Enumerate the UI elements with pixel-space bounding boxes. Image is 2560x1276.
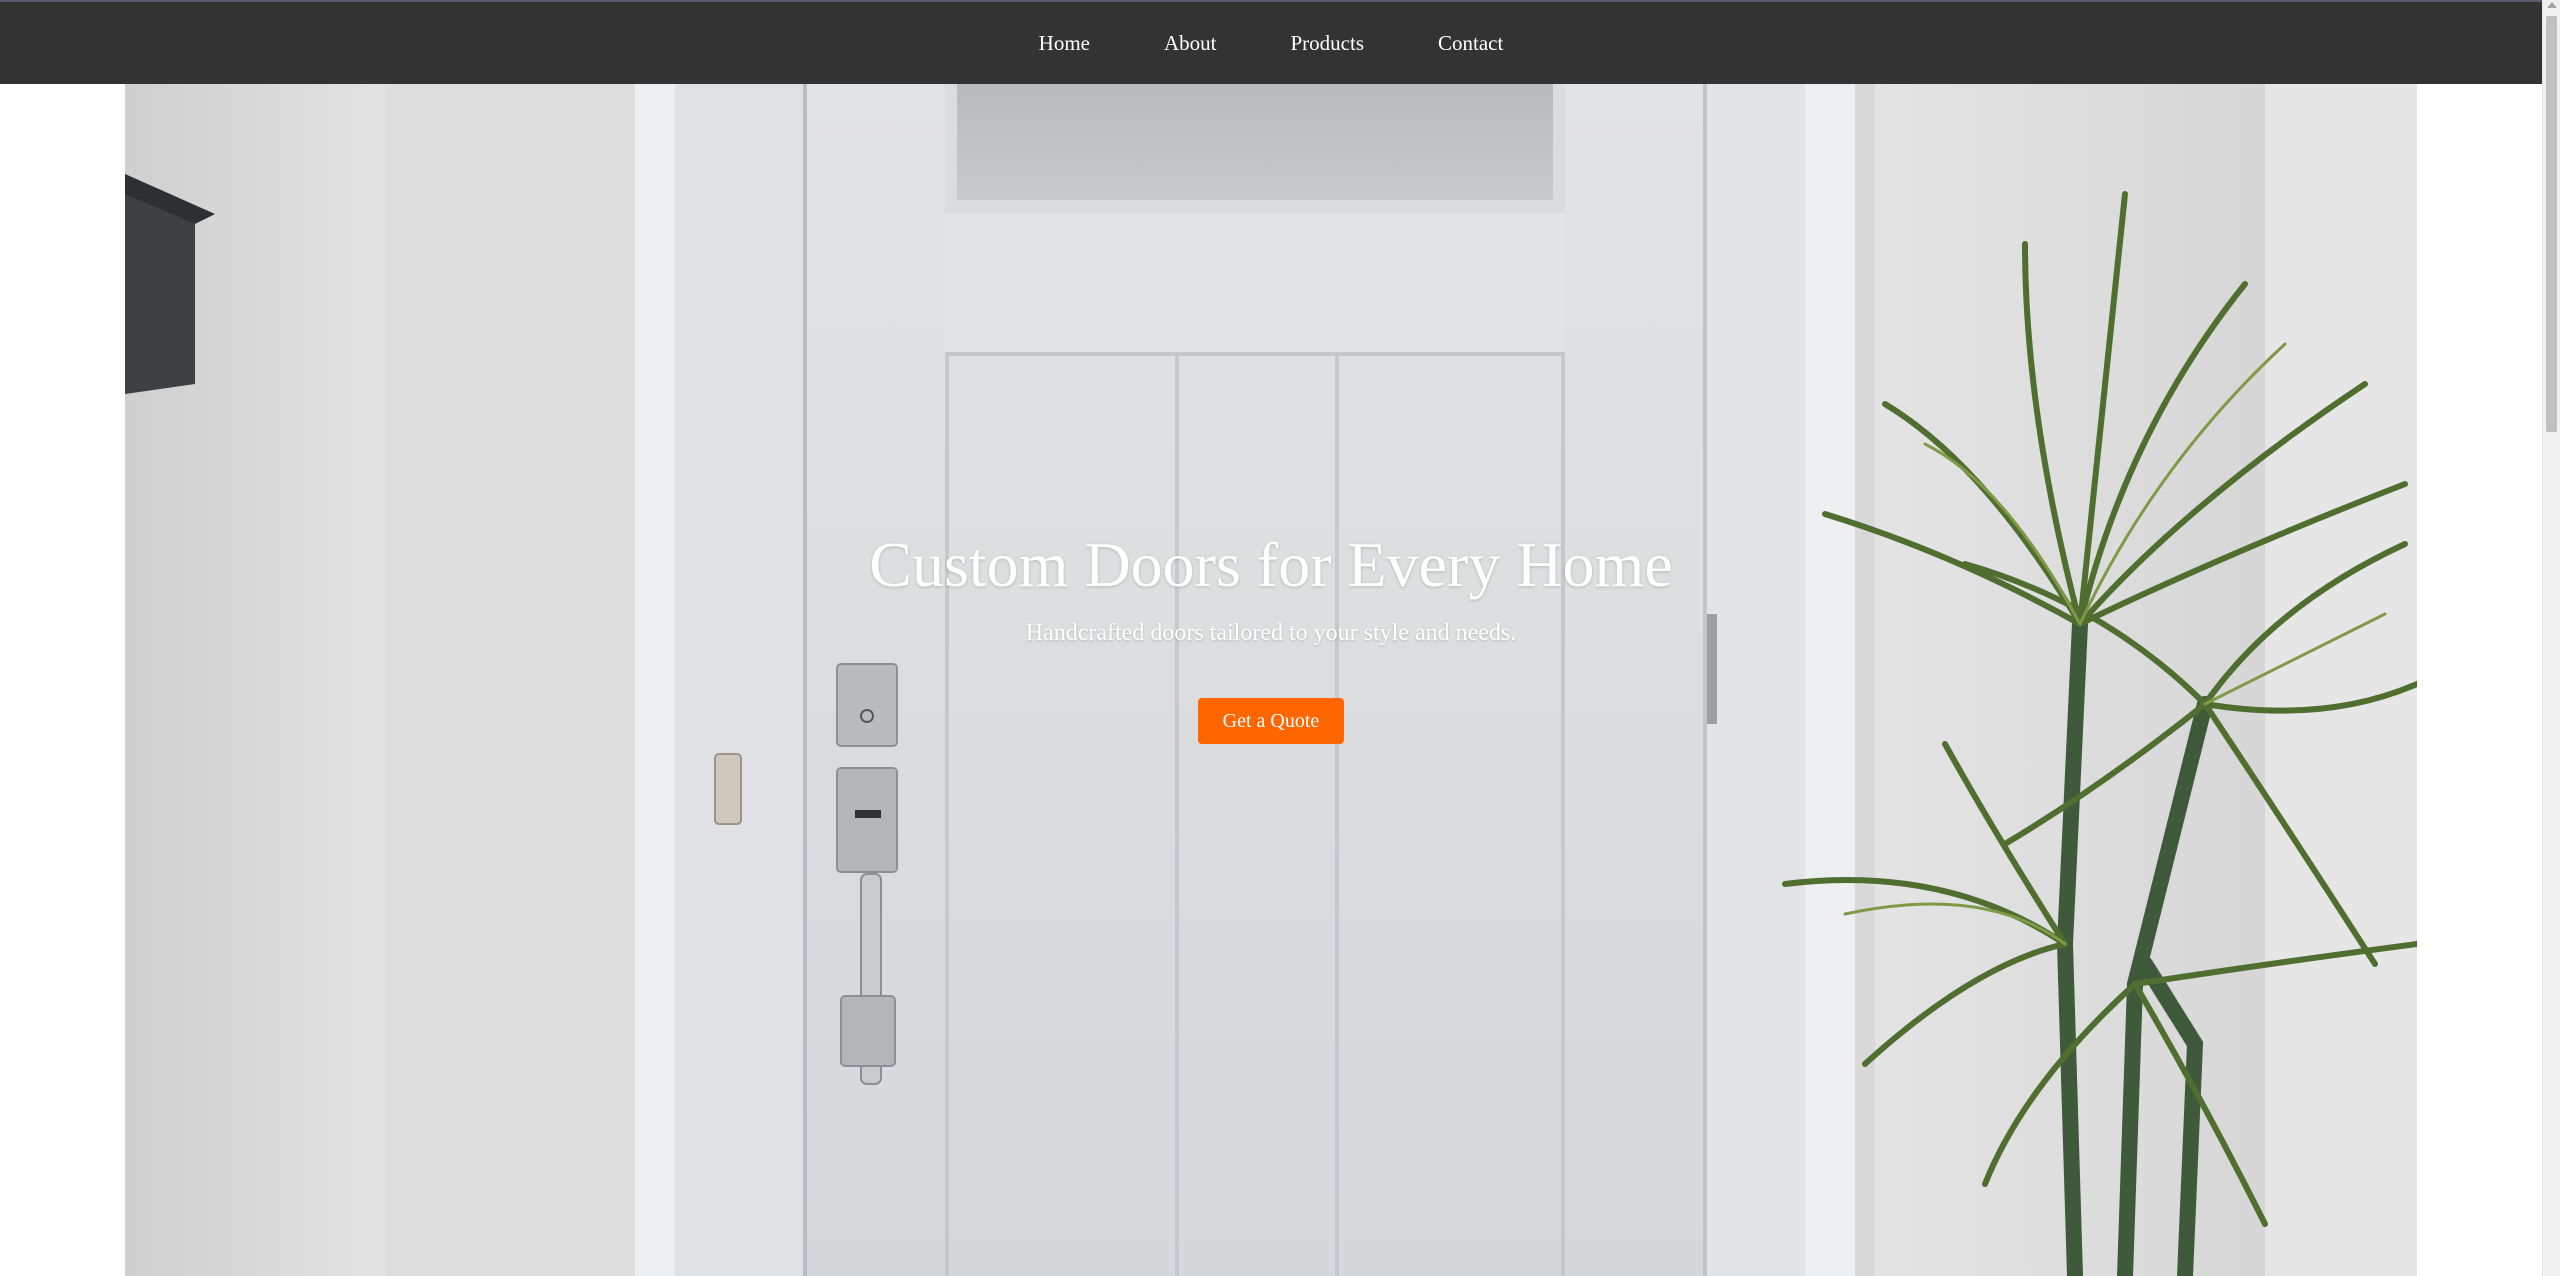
get-a-quote-button[interactable]: Get a Quote xyxy=(1198,698,1344,744)
nav-link-about[interactable]: About xyxy=(1164,31,1217,56)
hero-subtitle: Handcrafted doors tailored to your style… xyxy=(1025,620,1517,646)
vertical-scrollbar[interactable] xyxy=(2542,0,2560,1276)
page: Home About Products Contact Custom Doors… xyxy=(0,0,2560,1276)
scrollbar-thumb[interactable] xyxy=(2546,16,2557,432)
top-navbar: Home About Products Contact xyxy=(0,0,2542,84)
hero-section: Custom Doors for Every Home Handcrafted … xyxy=(125,84,2417,1276)
nav-link-contact[interactable]: Contact xyxy=(1438,31,1503,56)
nav-link-products[interactable]: Products xyxy=(1291,31,1365,56)
nav-link-home[interactable]: Home xyxy=(1039,31,1090,56)
nav-list: Home About Products Contact xyxy=(1002,31,1541,56)
hero-title: Custom Doors for Every Home xyxy=(869,529,1673,600)
hero-content: Custom Doors for Every Home Handcrafted … xyxy=(125,84,2417,1276)
scroll-up-arrow-icon[interactable] xyxy=(2547,2,2557,8)
